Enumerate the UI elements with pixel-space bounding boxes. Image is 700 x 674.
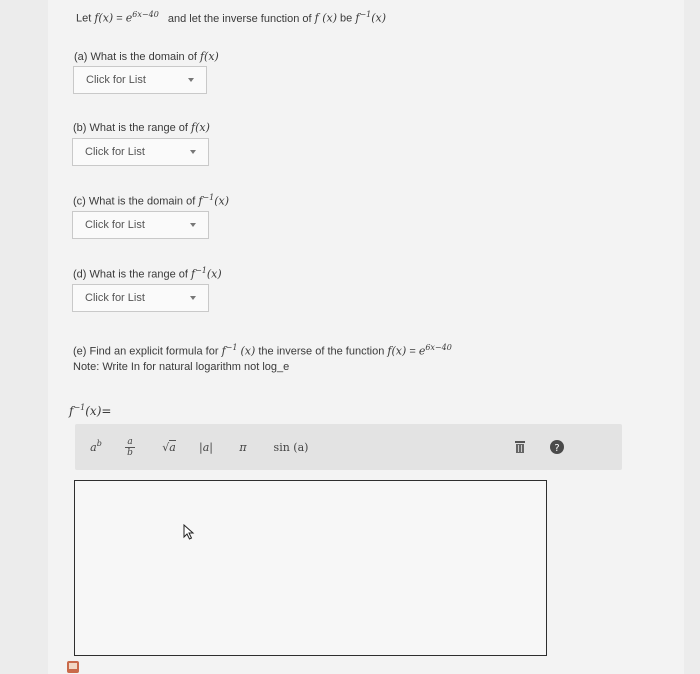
intro-equals: =	[116, 12, 123, 25]
intro-mid: and let the inverse function of	[167, 12, 312, 25]
part-b-dropdown[interactable]: Click for List	[72, 138, 209, 166]
sin-label: sin (a)	[273, 440, 309, 454]
part-e-fn-exp: −1	[225, 343, 238, 352]
part-c-text: (c) What is the domain of	[73, 195, 196, 208]
part-d-label: (d) What is the range of f−1(x)	[73, 266, 222, 281]
question-intro: Let f(x) = e6x−40 and let the inverse fu…	[76, 10, 386, 25]
part-a-fn: f(x)	[199, 50, 219, 63]
part-e-note: Note: Write In for natural logarithm not…	[73, 361, 290, 373]
part-e-fn-arg: (x)	[240, 344, 256, 358]
chevron-down-icon	[190, 223, 196, 227]
fraction-button[interactable]: a b	[115, 433, 145, 461]
part-d-fn-arg: (x)	[206, 267, 222, 281]
intro-exponent: 6x−40	[132, 10, 159, 19]
trash-icon	[515, 441, 525, 453]
intro-be: be	[340, 12, 353, 25]
intro-function: f(x)	[94, 11, 114, 25]
intro-inverse-exp: −1	[359, 10, 372, 19]
part-a-dropdown[interactable]: Click for List	[73, 66, 207, 94]
part-e-exp: 6x−40	[425, 343, 452, 352]
power-exp: b	[96, 438, 102, 448]
part-b-dropdown-value: Click for List	[85, 146, 145, 158]
help-button[interactable]: ?	[542, 433, 572, 461]
part-c-dropdown[interactable]: Click for List	[72, 211, 209, 239]
svg-text:?: ?	[554, 443, 559, 454]
sqrt-icon: √	[162, 440, 170, 454]
chevron-down-icon	[190, 296, 196, 300]
answer-label: f−1(x)=	[69, 403, 111, 418]
part-d-dropdown-value: Click for List	[85, 292, 145, 304]
part-b-label: (b) What is the range of f(x)	[73, 121, 210, 134]
abs-button[interactable]: |a|	[191, 433, 221, 461]
part-e-text-start: (e) Find an explicit formula for	[73, 345, 219, 358]
part-b-text: (b) What is the range of	[73, 122, 188, 134]
abs-label: |a|	[199, 440, 213, 454]
answer-label-exp: −1	[73, 403, 86, 412]
part-d-dropdown[interactable]: Click for List	[72, 284, 209, 312]
intro-fx: f (x)	[314, 11, 337, 25]
chevron-down-icon	[188, 78, 194, 82]
part-e-text-mid: the inverse of the function	[258, 345, 385, 358]
part-e-eq: =	[409, 345, 416, 358]
mouse-cursor-icon	[183, 524, 195, 540]
clear-button[interactable]	[505, 433, 535, 461]
sin-button[interactable]: sin (a)	[259, 433, 323, 461]
fraction-numerator: a	[127, 436, 133, 447]
part-e-label: (e) Find an explicit formula for f−1 (x)…	[73, 343, 452, 358]
part-c-fn-arg: (x)	[214, 194, 230, 208]
chevron-down-icon	[190, 150, 196, 154]
power-button[interactable]: ab	[81, 433, 111, 461]
sqrt-arg: a	[169, 440, 176, 454]
part-c-fn-exp: −1	[202, 193, 215, 202]
part-a-text: (a) What is the domain of	[74, 51, 197, 63]
part-c-label: (c) What is the domain of f−1(x)	[73, 193, 229, 208]
part-c-dropdown-value: Click for List	[85, 219, 145, 231]
browser-icon	[67, 661, 79, 673]
help-icon: ?	[550, 440, 564, 454]
question-page: Let f(x) = e6x−40 and let the inverse fu…	[48, 0, 684, 674]
part-d-text: (d) What is the range of	[73, 268, 188, 281]
sqrt-button[interactable]: √ a	[154, 433, 184, 461]
pi-button[interactable]: π	[228, 433, 258, 461]
part-e-f: f(x)	[387, 344, 407, 358]
part-d-fn-exp: −1	[195, 266, 207, 275]
part-b-fn: f(x)	[191, 121, 210, 134]
math-toolbar: ab a b √ a |a| π sin (a) ?	[75, 424, 622, 470]
answer-label-arg: (x)=	[85, 404, 112, 418]
fraction-denominator: b	[127, 447, 133, 458]
part-a-dropdown-value: Click for List	[86, 74, 146, 86]
pi-label: π	[239, 440, 247, 454]
answer-input[interactable]	[74, 480, 547, 656]
intro-lead: Let	[76, 12, 92, 25]
intro-inverse-arg: (x)	[371, 11, 387, 25]
part-a-label: (a) What is the domain of f(x)	[74, 50, 219, 63]
